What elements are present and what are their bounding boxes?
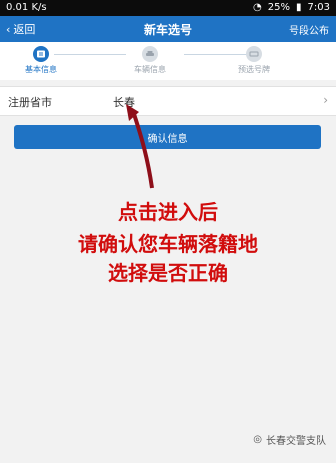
status-left: 0.01 K/s (6, 2, 47, 13)
wechat-icon: ◎ (253, 434, 262, 445)
watermark-text: 长春交警支队 (266, 436, 326, 447)
registration-city-label: 注册省市 (8, 96, 52, 109)
step-plate-selection: 预选号牌 (219, 46, 289, 75)
plate-icon (246, 46, 262, 62)
status-bar: 0.01 K/s ◔ 25% ▮ 7:03 (0, 0, 336, 16)
info-icon (33, 46, 49, 62)
segment-announcement-link[interactable]: 号段公布 (289, 22, 329, 37)
battery-icon: ▮ (296, 2, 302, 13)
page-title: 新车选号 (143, 23, 192, 37)
status-right: ◔ 25% ▮ 7:03 (253, 2, 330, 13)
network-speed: 0.01 K/s (6, 2, 47, 13)
step-label: 预选号牌 (238, 65, 270, 74)
battery: 25% (267, 2, 291, 13)
instruction-line-3: 选择是否正确 (108, 261, 228, 285)
registration-city-row[interactable]: 注册省市 长春 › (0, 86, 336, 116)
registration-city-value: 长春 (113, 96, 135, 109)
confirm-info-button[interactable]: 确认信息 (14, 125, 321, 149)
car-icon (142, 46, 158, 62)
wifi-icon: ◔ (253, 2, 262, 13)
step-indicator: 基本信息 车辆信息 预选号牌 (0, 42, 336, 80)
chevron-right-icon: › (323, 93, 328, 107)
watermark: ◎ 长春交警支队 (253, 432, 326, 447)
instruction-line-1: 点击进入后 (118, 200, 218, 224)
instruction-line-2: 请确认您车辆落籍地 (78, 232, 258, 256)
step-basic-info: 基本信息 (6, 46, 76, 75)
top-nav: ‹ 返回 新车选号 号段公布 (0, 16, 336, 42)
step-label: 车辆信息 (134, 65, 166, 74)
step-label: 基本信息 (25, 65, 57, 74)
time: 7:03 (307, 2, 330, 13)
step-vehicle-info: 车辆信息 (115, 46, 185, 75)
